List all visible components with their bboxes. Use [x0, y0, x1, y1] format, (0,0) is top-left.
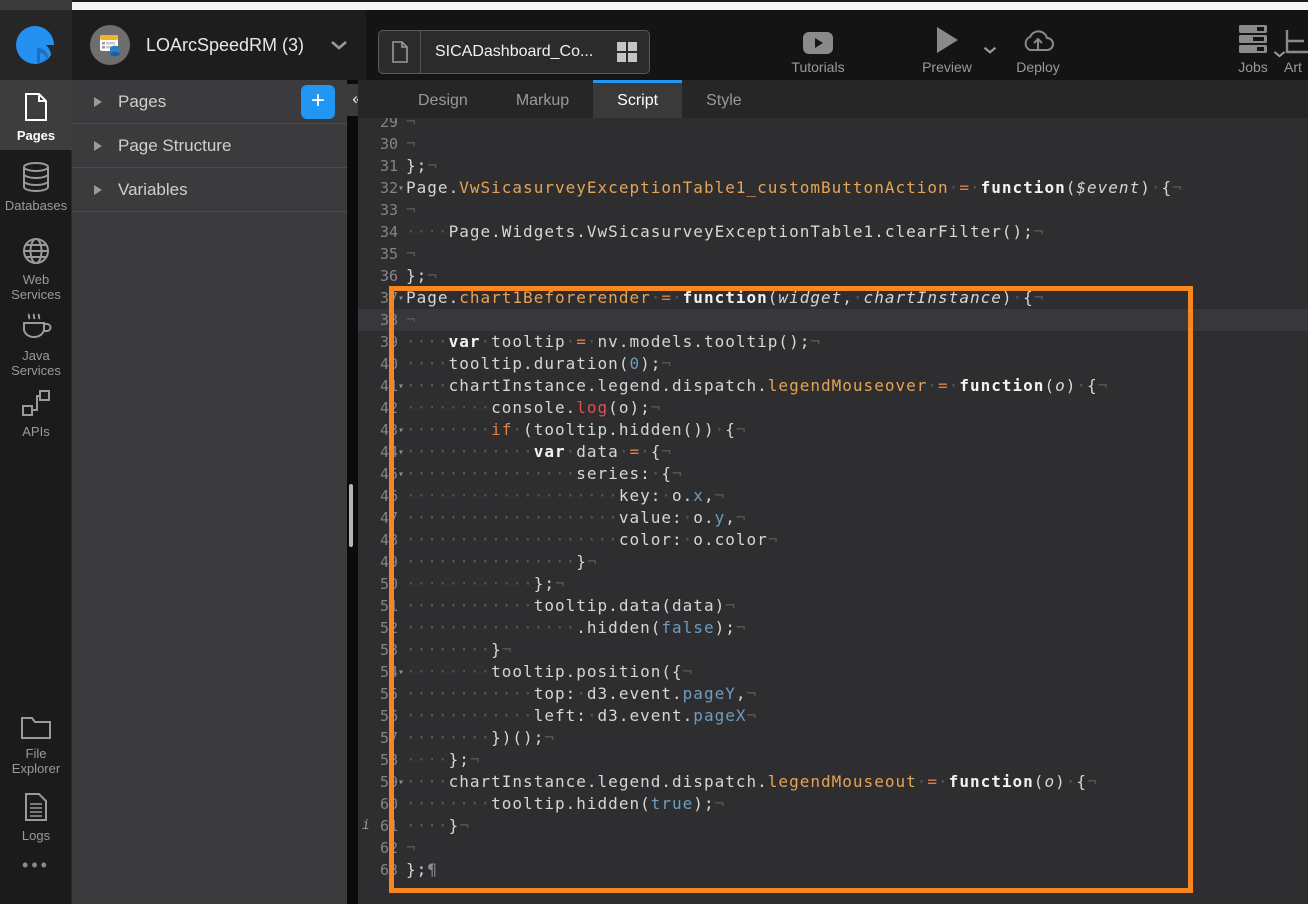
panel-section-page-structure[interactable]: Page Structure [72, 124, 347, 168]
code-text: ¬ [406, 243, 417, 265]
cloud-upload-icon [1021, 22, 1055, 54]
line-number: 31 [358, 155, 398, 177]
sidebar-item-file-explorer[interactable]: File Explorer [0, 702, 72, 778]
code-text: ¬ [406, 118, 417, 133]
line-number: 35 [358, 243, 398, 265]
sidebar-item-pages[interactable]: Pages [0, 80, 72, 150]
code-text: ¬ [406, 133, 417, 155]
page-icon [23, 92, 49, 122]
log-file-icon [23, 792, 49, 822]
line-number: 32 [358, 177, 398, 199]
code-line[interactable]: 31 };¬ [358, 155, 1308, 177]
sidebar-item-web-services[interactable]: Web Services [0, 224, 72, 298]
tutorials-label: Tutorials [791, 59, 844, 75]
code-line[interactable]: 29 ¬ [358, 118, 1308, 133]
code-text: Page.VwSicasurveyExceptionTable1_customB… [406, 177, 1183, 199]
artifacts-label: Art [1284, 59, 1302, 75]
play-icon [935, 20, 959, 54]
deploy-button[interactable]: Deploy [1008, 22, 1068, 75]
expand-triangle-icon[interactable] [94, 141, 102, 151]
code-line[interactable]: 35 ¬ [358, 243, 1308, 265]
project-selector[interactable]: LOArcSpeedRM (3) [72, 10, 366, 80]
open-page-tab[interactable]: SICADashboard_Co... [378, 30, 650, 74]
tutorials-button[interactable]: Tutorials [786, 24, 850, 75]
preview-chevron-down-icon[interactable] [983, 46, 997, 54]
line-number: 36 [358, 265, 398, 287]
deploy-label: Deploy [1016, 59, 1060, 75]
app-logo-button[interactable] [0, 10, 72, 80]
project-list-icon [90, 25, 130, 65]
folder-icon [20, 714, 52, 740]
ellipsis-icon[interactable]: ••• [0, 855, 72, 876]
coffee-cup-icon [20, 312, 52, 342]
line-number: 33 [358, 199, 398, 221]
open-page-name: SICADashboard_Co... [421, 43, 617, 61]
sidebar-item-java-services[interactable]: Java Services [0, 300, 72, 374]
artifacts-button[interactable]: Art [1284, 22, 1308, 75]
file-icon [379, 31, 421, 73]
project-name: LOArcSpeedRM (3) [146, 35, 304, 56]
youtube-play-icon [803, 24, 833, 54]
pages-panel: Pages + Page Structure Variables [72, 80, 347, 904]
expand-triangle-icon[interactable] [94, 185, 102, 195]
code-line[interactable]: 30 ¬ [358, 133, 1308, 155]
server-stack-icon [1237, 20, 1269, 54]
browser-top-strip [0, 0, 1308, 10]
expand-triangle-icon[interactable] [94, 97, 102, 107]
preview-label: Preview [922, 59, 972, 75]
code-text: ····Page.Widgets.VwSicasurveyExceptionTa… [406, 221, 1044, 243]
globe-icon [21, 236, 51, 266]
wavemaker-bird-icon [13, 22, 59, 68]
top-header-bar: LOArcSpeedRM (3) SICADashboard_Co... Tut… [0, 10, 1308, 80]
add-page-button[interactable]: + [301, 85, 335, 119]
tab-style[interactable]: Style [682, 80, 766, 118]
chevron-down-icon[interactable] [330, 40, 348, 50]
line-number: 34 [358, 221, 398, 243]
scrollbar-thumb[interactable] [349, 484, 353, 547]
top-strip-corner [0, 0, 72, 10]
jobs-label: Jobs [1238, 59, 1268, 75]
tab-markup[interactable]: Markup [492, 80, 593, 118]
jobs-button[interactable]: Jobs [1228, 20, 1278, 75]
code-line[interactable]: 36 };¬ [358, 265, 1308, 287]
code-text: };¬ [406, 155, 438, 177]
preview-button[interactable]: Preview [912, 20, 982, 75]
sidebar-item-databases[interactable]: Databases [0, 150, 72, 222]
code-line[interactable]: 33 ¬ [358, 199, 1308, 221]
database-icon [21, 162, 51, 192]
left-nav-sidebar: Pages Databases Web Services [0, 80, 72, 904]
api-nodes-icon [21, 388, 51, 418]
code-line[interactable]: 32▾Page.VwSicasurveyExceptionTable1_cust… [358, 177, 1308, 199]
editor-tab-bar: Design Markup Script Style [358, 80, 1308, 118]
code-text: ¬ [406, 199, 417, 221]
tab-script[interactable]: Script [593, 80, 682, 118]
grid-icon[interactable] [617, 42, 637, 62]
line-number: 29 [358, 118, 398, 133]
sidebar-item-logs[interactable]: Logs [0, 780, 72, 850]
code-line[interactable]: 34 ····Page.Widgets.VwSicasurveyException… [358, 221, 1308, 243]
annotation-highlight-box [389, 286, 1193, 893]
panel-section-variables[interactable]: Variables [72, 168, 347, 212]
sidebar-item-apis[interactable]: APIs [0, 376, 72, 446]
panel-section-pages[interactable]: Pages + [72, 80, 347, 124]
code-text: };¬ [406, 265, 438, 287]
tab-design[interactable]: Design [394, 80, 492, 118]
line-number: 30 [358, 133, 398, 155]
clipped-icon [1284, 22, 1308, 54]
